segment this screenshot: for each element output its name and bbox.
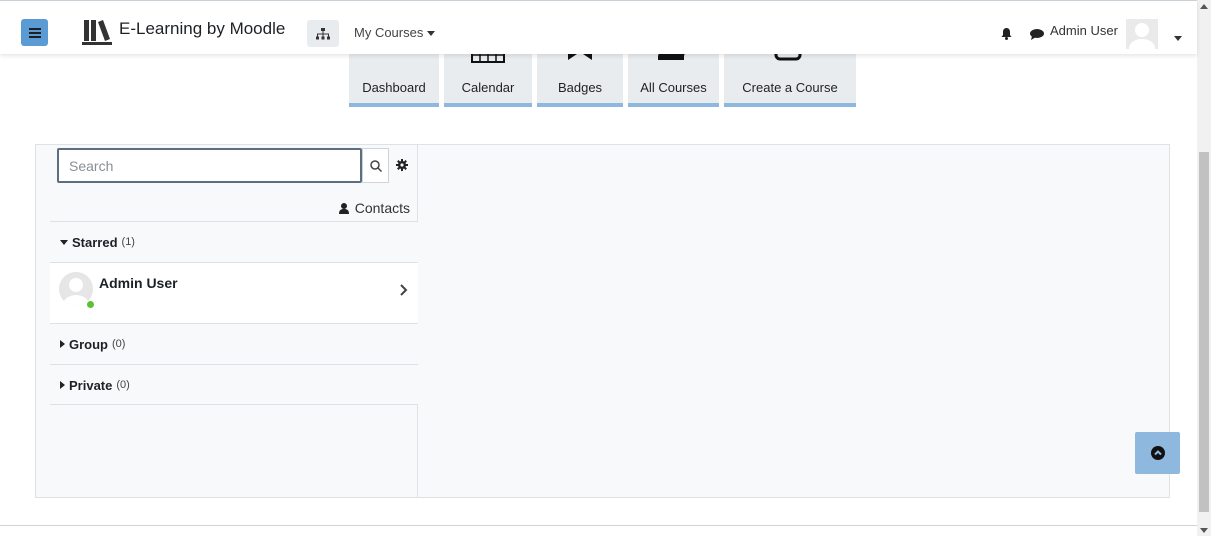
- back-to-top-button[interactable]: [1135, 432, 1180, 474]
- quick-link-label: All Courses: [640, 80, 707, 95]
- messaging-overview: Contacts Starred (1) Admin User Group (0…: [36, 145, 418, 497]
- my-courses-menu[interactable]: My Courses: [354, 25, 436, 40]
- scrollbar-thumb[interactable]: [1199, 152, 1209, 512]
- user-menu-chevron-down-icon[interactable]: [1174, 29, 1182, 45]
- quick-link-label: Calendar: [461, 80, 515, 95]
- conversation-name: Admin User: [99, 275, 178, 291]
- my-courses-label: My Courses: [354, 25, 424, 40]
- section-count: (1): [121, 236, 135, 248]
- contacts-link[interactable]: Contacts: [338, 200, 410, 216]
- scroll-up-arrow-icon[interactable]: [1200, 4, 1208, 9]
- scroll-down-arrow-icon[interactable]: [1200, 528, 1208, 533]
- hamburger-icon: [28, 27, 41, 38]
- section-label: Group: [69, 336, 108, 352]
- quick-link-label: Create a Course: [742, 80, 838, 95]
- caret-down-icon: [60, 239, 68, 245]
- conversation-item[interactable]: Admin User: [50, 262, 418, 323]
- caret-right-icon: [60, 381, 65, 389]
- chevron-right-icon: [400, 283, 408, 299]
- section-starred-header[interactable]: Starred (1): [50, 221, 418, 262]
- quick-link-label: Dashboard: [362, 80, 426, 95]
- messages-chat-icon[interactable]: [1030, 27, 1044, 43]
- messaging-panel: Contacts Starred (1) Admin User Group (0…: [35, 144, 1170, 498]
- section-private-header[interactable]: Private (0): [50, 364, 418, 405]
- section-label: Starred: [72, 234, 118, 250]
- user-avatar[interactable]: [1126, 19, 1158, 49]
- site-name[interactable]: E-Learning by Moodle: [119, 19, 285, 39]
- section-count: (0): [112, 338, 126, 350]
- divider: [50, 404, 418, 405]
- section-label: Private: [69, 377, 113, 393]
- chevron-up-circle-icon: [1150, 446, 1165, 460]
- search-icon: [369, 159, 382, 172]
- section-group-header[interactable]: Group (0): [50, 323, 418, 364]
- sitemap-button[interactable]: [307, 20, 339, 47]
- quick-link-label: Badges: [557, 80, 603, 95]
- caret-right-icon: [60, 340, 65, 348]
- user-icon: [338, 202, 349, 214]
- navbar: E-Learning by Moodle My Courses Admin Us…: [0, 0, 1197, 54]
- user-menu-name[interactable]: Admin User: [1050, 23, 1118, 38]
- gear-icon[interactable]: [396, 158, 408, 174]
- search-button[interactable]: [362, 148, 389, 183]
- online-status-dot: [87, 301, 94, 308]
- site-logo[interactable]: [82, 17, 112, 45]
- sitemap-icon: [316, 27, 330, 39]
- section-count: (0): [116, 379, 130, 391]
- menu-toggle-button[interactable]: [21, 19, 48, 46]
- contacts-label: Contacts: [354, 200, 410, 216]
- page-scrollbar[interactable]: [1197, 0, 1211, 536]
- chevron-down-icon: [427, 31, 436, 37]
- search-input[interactable]: [57, 148, 362, 183]
- notifications-bell-icon[interactable]: [1001, 27, 1012, 43]
- footer-divider: [0, 525, 1197, 526]
